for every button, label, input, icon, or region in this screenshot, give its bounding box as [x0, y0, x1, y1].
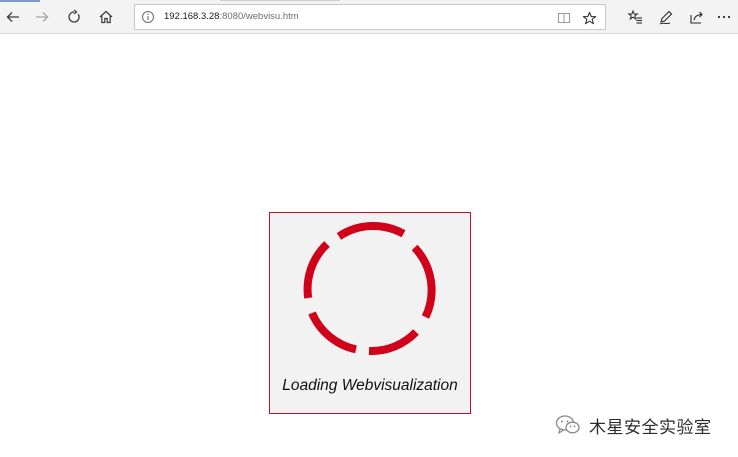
- home-button[interactable]: [93, 4, 119, 30]
- back-button[interactable]: [0, 4, 26, 30]
- share-button[interactable]: [684, 4, 710, 30]
- favorites-button[interactable]: [622, 4, 648, 30]
- more-icon: [717, 15, 731, 19]
- refresh-icon: [68, 9, 80, 23]
- tab-strip-line: [220, 0, 340, 1]
- spinner-segment: [336, 221, 406, 240]
- favorite-button[interactable]: [579, 8, 599, 28]
- reading-view-icon: [558, 13, 570, 23]
- spinner-segment: [368, 329, 419, 356]
- url-text[interactable]: 192.168.3.28:8080/webvisu.htm: [164, 10, 299, 24]
- forward-icon: [36, 12, 49, 22]
- star-icon: [582, 11, 596, 24]
- browser-toolbar: 192.168.3.28:8080/webvisu.htm: [0, 0, 738, 34]
- url-path: :8080/webvisu.htm: [219, 11, 299, 22]
- spinner-segment: [303, 241, 330, 299]
- more-button[interactable]: [711, 4, 737, 30]
- back-icon: [6, 12, 19, 22]
- loading-dialog: Loading Webvisualization: [269, 212, 471, 414]
- forward-button[interactable]: [29, 4, 55, 30]
- watermark: 木星安全实验室: [555, 412, 712, 438]
- favorites-icon: [627, 9, 642, 24]
- pen-icon: [659, 10, 673, 25]
- address-bar[interactable]: 192.168.3.28:8080/webvisu.htm: [134, 4, 606, 30]
- refresh-button[interactable]: [61, 4, 87, 30]
- loading-spinner-icon: [303, 221, 436, 356]
- spinner-segment: [308, 311, 357, 354]
- share-icon: [690, 11, 703, 24]
- url-host: 192.168.3.28: [164, 11, 220, 22]
- reading-view-button[interactable]: [554, 8, 574, 28]
- watermark-text: 木星安全实验室: [589, 417, 712, 438]
- site-info-icon[interactable]: [141, 10, 155, 24]
- wechat-icon: [555, 415, 580, 435]
- active-tab-indicator: [0, 0, 40, 2]
- notes-button[interactable]: [653, 4, 679, 30]
- spinner-segment: [411, 244, 436, 319]
- loading-text: Loading Webvisualization: [282, 377, 458, 394]
- home-icon: [99, 10, 113, 24]
